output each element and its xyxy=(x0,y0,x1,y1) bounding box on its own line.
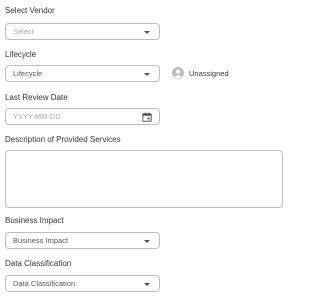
data-classification-select-value: Data Classification xyxy=(13,279,76,288)
lifecycle-select[interactable]: Lifecycle xyxy=(5,65,160,82)
last-review-date-input[interactable]: YYYY-MM-DD xyxy=(5,108,160,125)
vendor-select-placeholder: Select xyxy=(13,27,34,36)
chevron-down-icon xyxy=(144,31,150,34)
lifecycle-select-value: Lifecycle xyxy=(13,69,43,78)
data-classification-label: Data Classification xyxy=(5,259,72,268)
vendor-select[interactable]: Select xyxy=(5,23,160,40)
chevron-down-icon xyxy=(144,283,150,286)
business-impact-label: Business Impact xyxy=(5,216,64,225)
assignee-selector[interactable]: Unassigned xyxy=(172,66,229,80)
chevron-down-icon xyxy=(144,73,150,76)
last-review-date-label: Last Review Date xyxy=(5,93,68,102)
assignee-label: Unassigned xyxy=(189,68,229,78)
data-classification-select[interactable]: Data Classification xyxy=(5,275,160,292)
chevron-down-icon xyxy=(144,240,150,243)
calendar-icon[interactable] xyxy=(142,112,152,122)
business-impact-select-value: Business Impact xyxy=(13,236,69,245)
description-label: Description of Provided Services xyxy=(5,135,121,144)
business-impact-select[interactable]: Business Impact xyxy=(5,232,160,249)
vendor-label: Select Vendor xyxy=(5,6,55,15)
description-textarea[interactable] xyxy=(5,150,283,208)
lifecycle-label: Lifecycle xyxy=(5,50,37,59)
last-review-date-placeholder: YYYY-MM-DD xyxy=(13,112,61,121)
person-icon xyxy=(172,67,184,79)
